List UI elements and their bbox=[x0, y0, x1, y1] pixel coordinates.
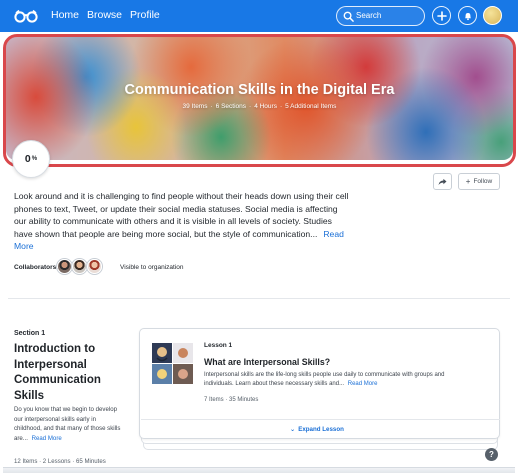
help-icon: ? bbox=[489, 450, 494, 459]
section-duration: 65 Minutes bbox=[76, 458, 106, 465]
search-icon bbox=[343, 11, 354, 22]
lesson-title[interactable]: What are Interpersonal Skills? bbox=[204, 357, 330, 367]
divider bbox=[141, 419, 500, 420]
help-button[interactable]: ? bbox=[485, 448, 498, 461]
progress-indicator: 0% bbox=[12, 140, 50, 178]
search-input[interactable]: Search bbox=[336, 6, 425, 26]
lesson-meta: 7 Items · 35 Minutes bbox=[204, 397, 259, 403]
plus-icon: + bbox=[465, 177, 471, 186]
progress-value: 0 bbox=[24, 153, 31, 165]
plus-icon bbox=[436, 10, 447, 21]
logo-icon[interactable] bbox=[14, 9, 38, 23]
section-read-more-link[interactable]: Read More bbox=[32, 435, 62, 442]
nav-home-link[interactable]: Home bbox=[51, 9, 79, 21]
course-description: Look around and it is challenging to fin… bbox=[14, 190, 349, 253]
collaborator-avatar[interactable] bbox=[57, 259, 72, 274]
lesson-items-count: 7 Items bbox=[204, 397, 224, 403]
search-placeholder: Search bbox=[356, 11, 382, 20]
chevron-down-icon: ⌄ bbox=[290, 426, 296, 433]
section-items-count: 12 Items bbox=[14, 458, 38, 465]
user-avatar[interactable] bbox=[483, 6, 502, 25]
nav-profile-link[interactable]: Profile bbox=[130, 9, 160, 21]
lesson-read-more-link[interactable]: Read More bbox=[348, 381, 378, 387]
lesson-card[interactable]: Lesson 1 What are Interpersonal Skills? … bbox=[139, 328, 500, 439]
visibility-label: Visible to organization bbox=[120, 264, 184, 271]
collaborator-avatar[interactable] bbox=[72, 259, 87, 274]
collaborators-label: Collaborators: bbox=[14, 264, 59, 271]
top-nav: Home Browse Profile Search bbox=[0, 0, 518, 32]
divider bbox=[8, 298, 510, 299]
lesson-description-text: Interpersonal skills are the life-long s… bbox=[204, 372, 445, 388]
follow-button[interactable]: + Follow bbox=[458, 173, 500, 190]
section-description: Do you know that we begin to develop our… bbox=[14, 405, 122, 443]
notifications-button[interactable] bbox=[458, 6, 477, 25]
section-description-text: Do you know that we begin to develop our… bbox=[14, 406, 121, 442]
bottom-scroll-edge bbox=[3, 467, 515, 473]
section-lessons-count: 2 Lessons bbox=[42, 458, 71, 465]
section-number: Section 1 bbox=[14, 330, 46, 337]
collaborator-avatar[interactable] bbox=[87, 259, 102, 274]
lesson-description: Interpersonal skills are the life-long s… bbox=[204, 371, 466, 390]
nav-browse-link[interactable]: Browse bbox=[87, 9, 122, 21]
expand-lesson-button[interactable]: ⌄ Expand Lesson bbox=[290, 426, 344, 433]
lesson-number: Lesson 1 bbox=[204, 342, 233, 349]
expand-lesson-label: Expand Lesson bbox=[298, 426, 344, 433]
description-text: Look around and it is challenging to fin… bbox=[14, 191, 349, 239]
lesson-thumbnail bbox=[152, 343, 193, 384]
share-button[interactable] bbox=[433, 173, 452, 190]
follow-label: Follow bbox=[473, 178, 493, 185]
lesson-duration: 35 Minutes bbox=[229, 397, 259, 403]
hero-highlight-frame bbox=[3, 34, 516, 167]
bell-icon bbox=[464, 12, 471, 20]
share-arrow-icon bbox=[438, 178, 447, 185]
section-meta: 12 Items · 2 Lessons · 65 Minutes bbox=[14, 458, 106, 465]
section-title: Introduction to Interpersonal Communicat… bbox=[14, 343, 101, 402]
add-button[interactable] bbox=[432, 6, 451, 25]
progress-unit: % bbox=[31, 156, 38, 162]
